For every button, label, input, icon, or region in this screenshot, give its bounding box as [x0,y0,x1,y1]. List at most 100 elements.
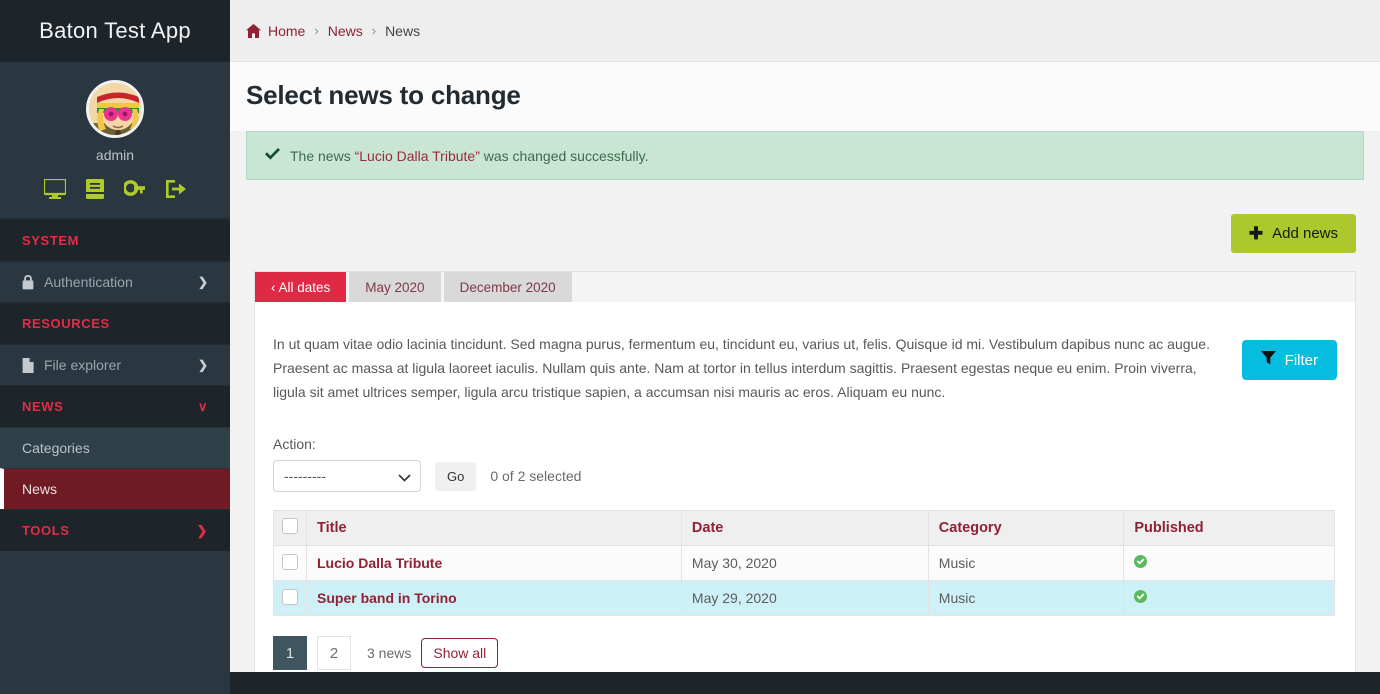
monitor-icon[interactable] [42,177,67,204]
tab-label: May 2020 [365,279,425,295]
panel-body: In ut quam vitae odio lacinia tincidunt.… [255,302,1355,694]
cell-category: Music [927,545,1125,582]
cell-published [1123,580,1335,617]
sidebar-section-tools[interactable]: TOOLS ❯ [0,509,230,551]
chevron-down-icon: ∨ [197,398,208,414]
page-1-button[interactable]: 1 [273,636,307,671]
lock-icon [22,274,34,290]
sidebar-item-file-explorer[interactable]: File explorer ❯ [0,344,230,385]
table-body: Lucio Dalla Tribute May 30, 2020 Music S… [273,545,1335,617]
sidebar-item-label: News [22,481,58,497]
action-select-wrap: --------- [273,460,421,493]
book-icon[interactable] [85,179,104,204]
sidebar-section-resources: RESOURCES [0,302,230,344]
page-2-button[interactable]: 2 [317,636,351,671]
alert-text: The news “Lucio Dalla Tribute” was chang… [290,148,648,164]
sidebar-item-categories[interactable]: Categories [0,427,230,468]
column-header-category[interactable]: Category [927,510,1125,547]
admin-page: Baton Test App admin SYSTEM Authenticati… [0,0,1380,694]
logout-icon[interactable] [165,179,187,204]
column-header-published[interactable]: Published [1123,510,1335,547]
action-label: Action: [273,436,316,453]
filter-label: Filter [1284,351,1318,369]
page-header: Select news to change [230,62,1380,131]
sidebar-filler [0,551,230,694]
home-icon[interactable] [246,23,261,38]
sidebar: Baton Test App admin SYSTEM Authenticati… [0,0,230,694]
sidebar-item-news[interactable]: News [0,468,230,509]
object-tools: ✚ Add news [230,194,1380,253]
column-header-date[interactable]: Date [680,510,929,547]
funnel-icon [1260,351,1276,369]
row-checkbox[interactable] [282,553,298,570]
table-row: Super band in Torino May 29, 2020 Music [273,580,1335,617]
action-row: --------- Go 0 of 2 selected [273,460,1337,493]
user-quick-actions [42,177,187,204]
news-link[interactable]: Super band in Torino [317,590,457,606]
selected-count: 0 of 2 selected [490,468,582,485]
footer-bar [230,672,1380,694]
avatar[interactable] [86,80,144,138]
alert-suffix: was changed successfully. [479,147,649,164]
tab-label: ‹ All dates [271,279,331,295]
tab-december-2020[interactable]: December 2020 [443,272,572,302]
sidebar-section-label: TOOLS [22,523,70,538]
app-title: Baton Test App [39,18,191,43]
sidebar-item-label: Authentication [44,274,133,290]
breadcrumb-separator: › [371,23,377,38]
file-icon [22,357,34,373]
news-link[interactable]: Lucio Dalla Tribute [317,555,442,571]
sidebar-item-label: File explorer [44,357,122,373]
row-checkbox[interactable] [282,588,298,605]
breadcrumb: Home › News › News [230,0,1380,62]
cell-date: May 30, 2020 [680,545,929,582]
sidebar-section-system: SYSTEM [0,219,230,261]
sidebar-section-label: RESOURCES [22,316,110,331]
action-select[interactable]: --------- [273,460,421,493]
breadcrumb-separator: › [314,23,319,38]
plus-icon: ✚ [1248,224,1264,243]
alert-object-name: “Lucio Dalla Tribute” [354,147,480,164]
check-circle-icon [1134,555,1148,569]
select-all-checkbox[interactable] [282,518,298,535]
chevron-right-icon: ❯ [196,522,208,538]
sidebar-item-authentication[interactable]: Authentication ❯ [0,261,230,302]
user-name: admin [95,147,135,163]
check-circle-icon [1134,590,1148,604]
chevron-right-icon: ❯ [197,275,208,289]
column-header-title[interactable]: Title [306,510,682,547]
row-select-cell [273,580,307,617]
go-button[interactable]: Go [435,461,477,491]
select-all-header [273,510,307,547]
tab-all-dates[interactable]: ‹ All dates [255,272,347,302]
sidebar-section-label: NEWS [22,399,64,414]
add-news-label: Add news [1272,225,1338,242]
tab-may-2020[interactable]: May 2020 [349,272,441,302]
show-all-button[interactable]: Show all [421,638,499,669]
key-icon[interactable] [122,179,145,204]
chevron-right-icon: ❯ [197,358,208,372]
breadcrumb-link-news[interactable]: News [328,23,363,39]
page-title: Select news to change [246,80,521,110]
add-news-button[interactable]: ✚ Add news [1230,214,1356,253]
breadcrumb-link-home[interactable]: Home [268,23,305,39]
date-hierarchy-tabs: ‹ All dates May 2020 December 2020 [255,272,1355,302]
user-panel: admin [0,62,230,218]
description-row: In ut quam vitae odio lacinia tincidunt.… [273,318,1337,418]
changelist-description: In ut quam vitae odio lacinia tincidunt.… [273,336,1210,401]
sidebar-section-label: SYSTEM [22,233,80,248]
cell-date: May 29, 2020 [680,580,929,617]
alert-prefix: The news [290,147,355,164]
results-table: Title Date Category Published Lucio Dall… [273,510,1335,617]
sidebar-item-label: Categories [22,440,90,456]
success-alert: The news “Lucio Dalla Tribute” was chang… [246,131,1364,180]
filter-button[interactable]: Filter [1241,340,1337,380]
app-brand[interactable]: Baton Test App [0,0,230,62]
check-icon [265,147,280,164]
cell-title: Super band in Torino [306,580,682,617]
cell-published [1123,545,1335,582]
changelist-panel: ‹ All dates May 2020 December 2020 In ut… [254,271,1356,694]
tab-label: December 2020 [459,279,556,295]
table-head: Title Date Category Published [273,510,1335,547]
sidebar-section-news[interactable]: NEWS ∨ [0,385,230,427]
